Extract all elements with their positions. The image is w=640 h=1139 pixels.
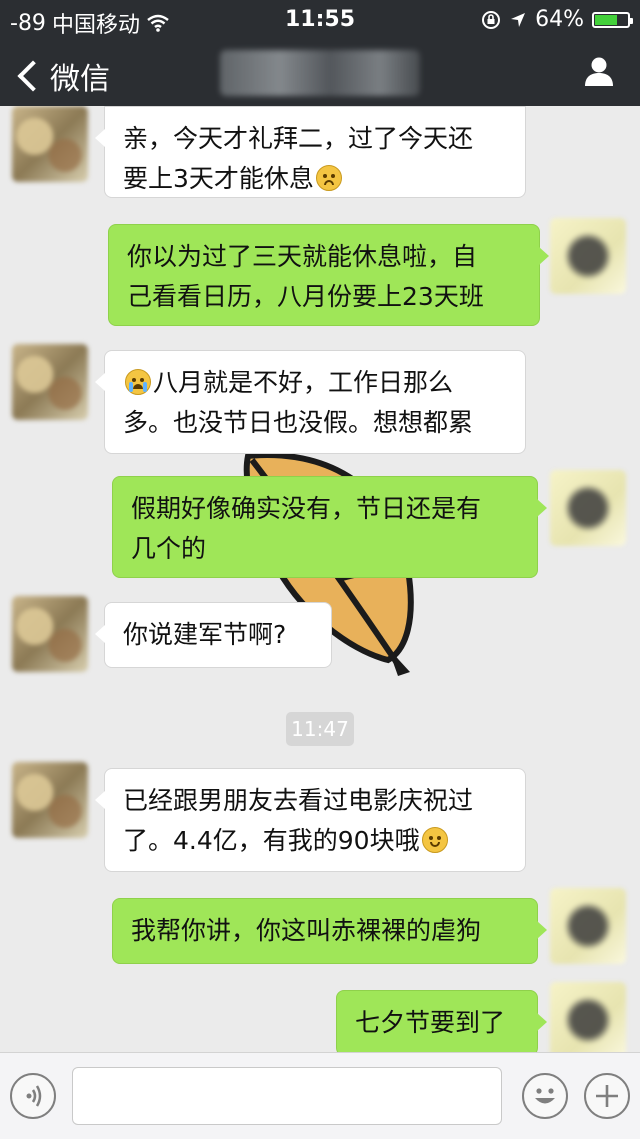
smiley-icon xyxy=(535,1088,555,1104)
plus-icon xyxy=(596,1085,618,1107)
sad-face-icon xyxy=(315,165,342,191)
message-line: 我帮你讲，你这叫赤裸裸的虐狗 xyxy=(131,916,482,945)
rotation-lock-icon xyxy=(482,10,501,29)
emoji-button[interactable] xyxy=(522,1073,568,1119)
message-line: 多。也没节日也没假。想想都累 xyxy=(123,408,474,437)
chevron-left-icon xyxy=(17,60,49,92)
location-arrow-icon xyxy=(511,12,526,27)
message-line: 已经跟男朋友去看过电影庆祝过 xyxy=(123,786,474,815)
message-line: 你以为过了三天就能休息啦，自 xyxy=(127,242,478,271)
my-avatar[interactable] xyxy=(550,888,626,964)
crying-face-icon xyxy=(125,369,151,395)
message-line: 你说建军节啊? xyxy=(123,620,287,649)
back-label: 微信 xyxy=(50,62,110,97)
battery-percent: 64% xyxy=(535,7,584,32)
time-divider: 11:47 xyxy=(286,712,354,746)
message-input[interactable] xyxy=(72,1067,502,1125)
message-line: 己看看日历，八月份要上23天班 xyxy=(127,282,484,311)
back-button[interactable]: 微信 xyxy=(16,54,110,98)
contact-avatar[interactable] xyxy=(12,762,88,838)
my-avatar[interactable] xyxy=(550,470,626,546)
contact-avatar[interactable] xyxy=(12,106,88,182)
voice-wave-icon xyxy=(26,1085,42,1107)
input-bar xyxy=(0,1052,640,1139)
message-line: 几个的 xyxy=(131,534,207,563)
status-bar: -89 中国移动 11:55 64% xyxy=(0,0,640,40)
contact-avatar[interactable] xyxy=(12,596,88,672)
message-bubble[interactable]: 已经跟男朋友去看过电影庆祝过 了。4.4亿，有我的90块哦 xyxy=(95,768,526,872)
message-line: 要上3天才能休息 xyxy=(123,164,314,193)
message-bubble[interactable]: 七夕节要到了 xyxy=(336,990,547,1052)
smiling-face-icon xyxy=(421,827,448,853)
message-line: 假期好像确实没有，节日还是有 xyxy=(131,494,482,523)
battery-icon xyxy=(592,11,633,28)
chat-area[interactable]: 亲，今天才礼拜二，过了今天还 要上3天才能休息 你以为过了三天就能休息啦，自 己… xyxy=(0,106,640,1052)
message-bubble[interactable]: 你以为过了三天就能休息啦，自 己看看日历，八月份要上23天班 xyxy=(108,224,549,326)
message-bubble[interactable]: 你说建军节啊? xyxy=(95,602,332,668)
message-bubble[interactable]: 假期好像确实没有，节日还是有 几个的 xyxy=(112,476,547,578)
chat-title xyxy=(220,50,420,96)
voice-button[interactable] xyxy=(10,1073,56,1119)
contact-avatar[interactable] xyxy=(12,344,88,420)
nav-bar: 微信 xyxy=(0,40,640,106)
message-bubble[interactable]: 我帮你讲，你这叫赤裸裸的虐狗 xyxy=(112,898,547,964)
plus-button[interactable] xyxy=(584,1073,630,1119)
message-line: 七夕节要到了 xyxy=(355,1008,506,1037)
message-line: 八月就是不好，工作日那么 xyxy=(153,368,454,397)
message-bubble[interactable]: 八月就是不好，工作日那么 多。也没节日也没假。想想都累 xyxy=(95,350,526,454)
person-icon[interactable] xyxy=(582,54,616,88)
message-line: 亲，今天才礼拜二，过了今天还 xyxy=(123,124,474,153)
my-avatar[interactable] xyxy=(550,218,626,294)
my-avatar[interactable] xyxy=(550,982,626,1052)
message-bubble[interactable]: 亲，今天才礼拜二，过了今天还 要上3天才能休息 xyxy=(95,106,526,198)
message-line: 了。4.4亿，有我的90块哦 xyxy=(123,826,420,855)
